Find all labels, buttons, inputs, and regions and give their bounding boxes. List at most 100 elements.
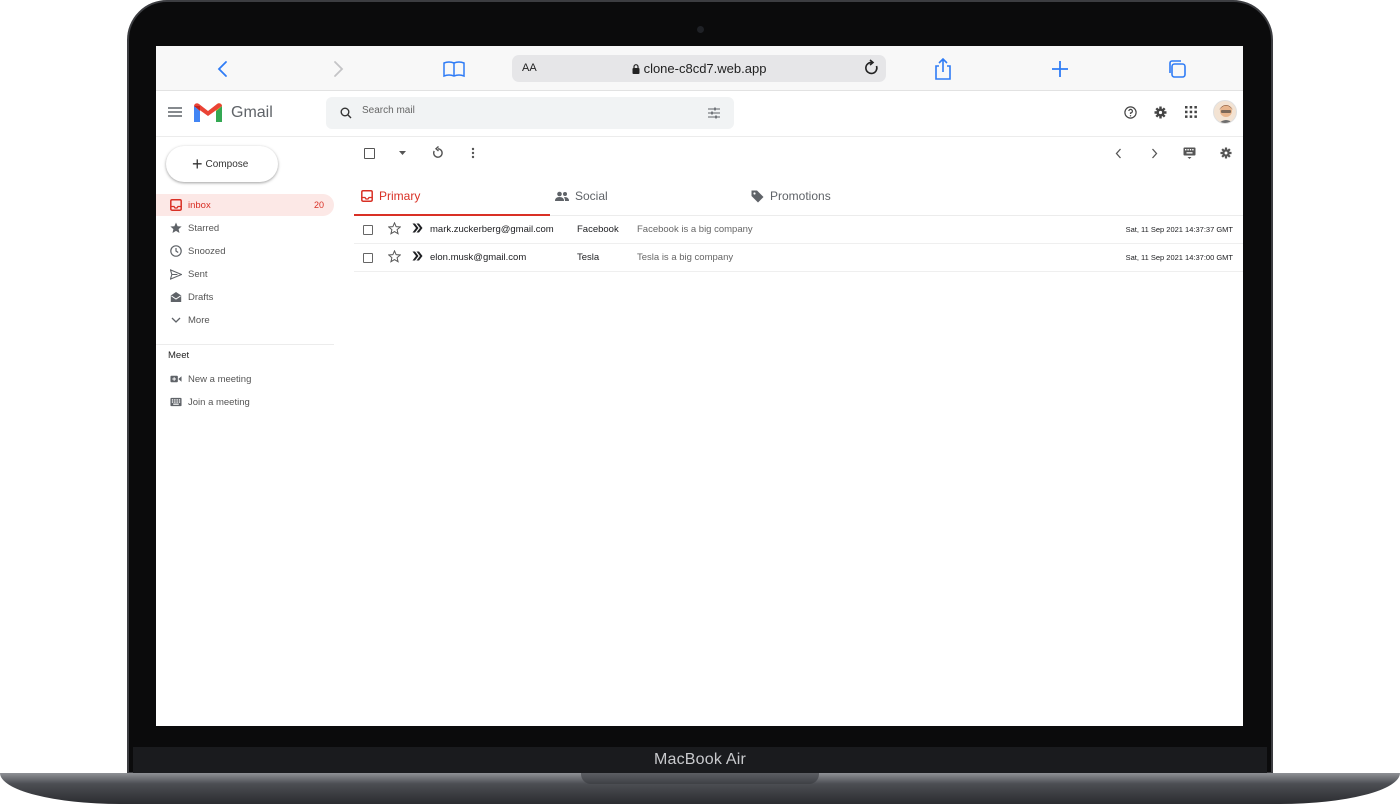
sidebar-item-inbox[interactable]: inbox 20 [156, 194, 334, 216]
reload-icon[interactable] [864, 59, 880, 77]
tab-label: Primary [379, 189, 421, 203]
tabs-icon [1169, 60, 1186, 78]
sidebar-item-label: inbox [188, 199, 211, 211]
drafts-icon [170, 292, 182, 302]
email-time: Sat, 11 Sep 2021 14:37:00 GMT [1125, 253, 1233, 262]
sidebar-item-more[interactable]: More [156, 309, 334, 331]
gmail-logo-icon [194, 103, 222, 122]
people-icon [555, 191, 569, 201]
macbook-mockup: MacBook Air AA clone-c8cd7.web.app Gmail… [0, 0, 1400, 804]
email-row[interactable]: mark.zuckerberg@gmail.com Facebook Faceb… [354, 216, 1243, 244]
email-snippet: Facebook is a big company [637, 224, 753, 235]
tab-label: Social [575, 189, 608, 203]
tag-icon [751, 190, 764, 202]
settings-icon[interactable] [1154, 106, 1167, 119]
back-button[interactable] [212, 58, 234, 80]
settings-icon[interactable] [1220, 147, 1232, 159]
user-avatar-icon [1219, 105, 1233, 123]
inbox-icon [170, 199, 182, 211]
sidebar-item-label: Snoozed [188, 245, 226, 257]
email-subject: Tesla [577, 252, 600, 263]
sidebar-item-label: More [188, 314, 210, 326]
sidebar-item-label: Starred [188, 222, 220, 234]
star-icon [170, 222, 182, 233]
category-tabs: Primary Social Promotions [354, 176, 1243, 216]
sidebar-item-label: New a meeting [188, 373, 252, 385]
videocam-icon [170, 375, 182, 383]
chevron-right-icon[interactable] [1151, 148, 1158, 159]
laptop-notch [581, 773, 819, 784]
sidebar-item-label: Join a meeting [188, 396, 250, 408]
inbox-count: 20 [313, 200, 324, 210]
important-icon[interactable] [412, 251, 423, 261]
sidebar-item-starred[interactable]: Starred [156, 217, 334, 239]
email-snippet: Tesla is a big company [637, 252, 734, 263]
send-icon [170, 268, 182, 280]
help-icon[interactable] [1124, 106, 1137, 119]
chevron-left-icon[interactable] [1115, 148, 1122, 159]
search-input[interactable] [362, 105, 682, 116]
forward-button[interactable] [327, 58, 349, 80]
keyboard-icon [170, 397, 182, 407]
email-checkbox[interactable] [363, 225, 373, 235]
refresh-icon[interactable] [432, 146, 444, 159]
share-button[interactable] [932, 58, 954, 80]
email-time: Sat, 11 Sep 2021 14:37:37 GMT [1125, 225, 1233, 234]
sidebar-item-snoozed[interactable]: Snoozed [156, 240, 334, 262]
select-all-checkbox[interactable] [364, 148, 375, 159]
compose-label: Compose [205, 158, 249, 170]
email-checkbox[interactable] [363, 253, 373, 263]
meet-join-meeting[interactable]: Join a meeting [156, 391, 334, 413]
sidebar-item-sent[interactable]: Sent [156, 263, 334, 285]
plus-icon: + [192, 154, 203, 174]
star-outline-icon[interactable] [388, 250, 401, 263]
camera [697, 26, 704, 33]
compose-button[interactable]: + Compose [166, 146, 278, 182]
meet-title: Meet [168, 350, 190, 361]
plus-icon [1052, 61, 1068, 77]
search-icon[interactable] [340, 107, 352, 119]
tab-promotions[interactable]: Promotions [751, 176, 831, 216]
sidebar-divider [156, 344, 334, 345]
search-bar[interactable] [326, 97, 734, 129]
tab-social[interactable]: Social [555, 176, 608, 216]
star-outline-icon[interactable] [388, 222, 401, 235]
screen: AA clone-c8cd7.web.app Gmail Search mail… [156, 46, 1243, 726]
sidebar-item-drafts[interactable]: Drafts [156, 286, 334, 308]
book-icon [443, 61, 465, 78]
forward-icon [334, 61, 344, 77]
url-text: clone-c8cd7.web.app [512, 61, 886, 76]
caret-down-icon[interactable] [399, 151, 406, 156]
safari-toolbar: AA clone-c8cd7.web.app [156, 46, 1243, 91]
gmail-header: Gmail [156, 91, 1243, 137]
more-vert-icon[interactable] [471, 147, 475, 159]
keyboard-icon[interactable] [1183, 147, 1196, 160]
new-tab-button[interactable] [1049, 58, 1071, 80]
tune-icon[interactable] [708, 107, 720, 119]
clock-icon [170, 245, 182, 257]
url-label: clone-c8cd7.web.app [643, 61, 767, 76]
sidebar-item-label: Sent [188, 268, 208, 280]
share-icon [935, 58, 951, 80]
sidebar-item-label: Drafts [188, 291, 214, 303]
inbox-icon [361, 190, 373, 202]
tabs-button[interactable] [1166, 58, 1188, 80]
address-bar[interactable]: AA clone-c8cd7.web.app [512, 55, 886, 82]
meet-new-meeting[interactable]: New a meeting [156, 368, 334, 390]
tab-primary[interactable]: Primary [361, 176, 420, 216]
avatar[interactable] [1213, 100, 1237, 124]
bookmarks-button[interactable] [443, 58, 465, 80]
apps-icon[interactable] [1185, 106, 1197, 118]
device-label: MacBook Air [653, 751, 746, 768]
email-row[interactable]: elon.musk@gmail.com Tesla Tesla is a big… [354, 244, 1243, 272]
email-sender: elon.musk@gmail.com [430, 252, 527, 263]
email-sender: mark.zuckerberg@gmail.com [430, 224, 554, 235]
chevron-down-icon [171, 317, 181, 323]
menu-icon[interactable] [168, 106, 182, 118]
important-icon[interactable] [412, 223, 423, 233]
tab-label: Promotions [770, 189, 831, 203]
lock-icon [632, 64, 640, 74]
email-subject: Facebook [577, 224, 619, 235]
back-icon [217, 61, 227, 77]
gmail-brand: Gmail [231, 104, 273, 121]
